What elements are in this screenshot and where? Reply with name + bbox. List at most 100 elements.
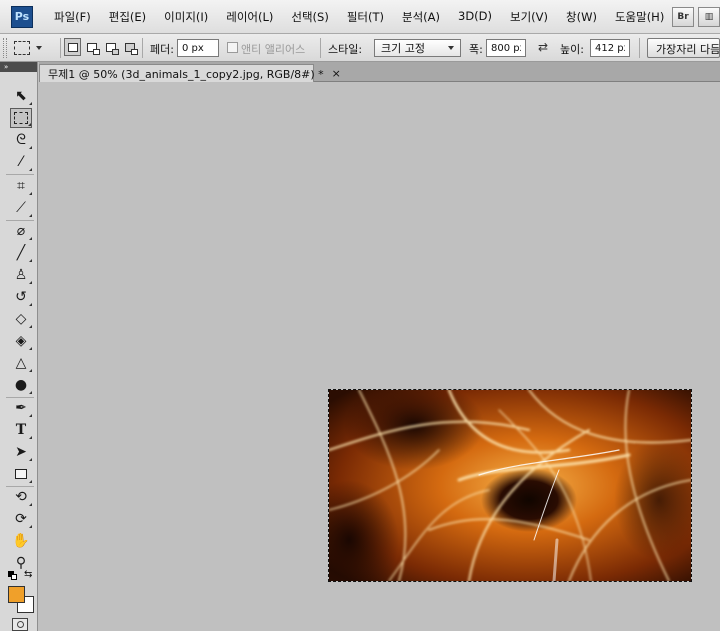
quick-mask-button[interactable]: [12, 618, 28, 631]
menu-bar: Ps 파일(F) 편집(E) 이미지(I) 레이어(L) 선택(S) 필터(T)…: [0, 0, 720, 34]
move-icon: ⬉: [15, 88, 27, 104]
document-tab-title: 무제1 @ 50% (3d_animals_1_copy2.jpg, RGB/8…: [48, 67, 324, 81]
new-selection-button[interactable]: [64, 38, 81, 56]
add-selection-button[interactable]: [83, 38, 100, 56]
3d-rotate-icon: ⟲: [15, 489, 27, 505]
menu-3d[interactable]: 3D(D): [449, 9, 501, 25]
foreground-color-swatch[interactable]: [8, 586, 25, 603]
view-extras-button[interactable]: ▥: [698, 7, 720, 27]
eraser-icon: ◇: [15, 311, 27, 327]
chevron-down-icon: [448, 46, 454, 50]
healing-brush-tool[interactable]: ⌀: [10, 221, 32, 241]
move-tool[interactable]: ⬉: [10, 86, 32, 106]
path-selection-tool[interactable]: ➤: [10, 442, 32, 462]
menu-select[interactable]: 선택(S): [282, 9, 337, 25]
antialias-checkbox[interactable]: [227, 42, 238, 53]
marquee-icon: [14, 112, 28, 124]
menu-file[interactable]: 파일(F): [45, 9, 100, 25]
menu-analysis[interactable]: 분석(A): [393, 9, 449, 25]
eyedropper-icon: ⟋: [16, 200, 26, 216]
crop-icon: ⌗: [17, 178, 25, 194]
style-label: 스타일:: [328, 43, 363, 56]
height-input[interactable]: [590, 39, 630, 57]
lasso-tool[interactable]: ᘓ: [10, 130, 32, 150]
quick-mask-icon: [16, 621, 24, 628]
close-icon[interactable]: ×: [332, 67, 341, 80]
history-brush-icon: ↺: [15, 289, 27, 305]
document-canvas[interactable]: [39, 82, 720, 631]
type-tool[interactable]: T: [10, 420, 32, 440]
document-tab-bar: 무제1 @ 50% (3d_animals_1_copy2.jpg, RGB/8…: [39, 62, 720, 82]
refine-edge-button[interactable]: 가장자리 다듬기...: [647, 38, 720, 58]
bucket-icon: ◈: [15, 333, 27, 349]
hand-icon: ✋: [12, 533, 30, 549]
new-selection-icon: [67, 42, 78, 52]
eyedropper-tool[interactable]: ⟋: [10, 198, 32, 218]
blur-tool[interactable]: △: [10, 353, 32, 373]
separator: [320, 38, 321, 58]
menu-edit[interactable]: 편집(E): [100, 9, 155, 25]
type-icon: T: [15, 422, 27, 438]
brush-icon: ╱: [16, 245, 26, 261]
tool-preset-picker[interactable]: [14, 38, 56, 58]
rectangular-marquee-tool[interactable]: [10, 108, 32, 128]
swap-colors-icon[interactable]: ⇆: [24, 569, 32, 580]
options-grip[interactable]: [3, 38, 7, 58]
subtract-selection-icon: [105, 42, 119, 55]
intersect-selection-button[interactable]: [121, 38, 138, 56]
height-label: 높이:: [560, 43, 584, 56]
width-input[interactable]: [486, 39, 526, 57]
magic-wand-icon: ⁄: [19, 154, 23, 170]
hand-tool[interactable]: ✋: [10, 531, 32, 551]
crop-tool[interactable]: ⌗: [10, 176, 32, 196]
blur-icon: △: [15, 355, 27, 371]
3d-orbit-tool[interactable]: ⟳: [10, 509, 32, 529]
default-colors-icon[interactable]: [8, 571, 17, 580]
tools-panel-collapse[interactable]: »: [0, 62, 37, 72]
dodge-tool[interactable]: ●: [10, 375, 32, 395]
separator: [60, 38, 61, 58]
paint-bucket-tool[interactable]: ◈: [10, 331, 32, 351]
intersect-selection-icon: [124, 42, 138, 55]
tools-panel: » ⬉ ᘓ ⁄ ⌗ ⟋ ⌀ ╱ ♙ ↺ ◇ ◈ △ ● ✒ T ➤ ⟲ ⟳ ✋ …: [0, 62, 38, 631]
eraser-tool[interactable]: ◇: [10, 309, 32, 329]
3d-orbit-icon: ⟳: [15, 511, 27, 527]
separator: [6, 174, 34, 175]
menu-items: 파일(F) 편집(E) 이미지(I) 레이어(L) 선택(S) 필터(T) 분석…: [45, 9, 673, 25]
menu-window[interactable]: 창(W): [557, 9, 606, 25]
menu-help[interactable]: 도움말(H): [606, 9, 673, 25]
clone-stamp-tool[interactable]: ♙: [10, 265, 32, 285]
options-bar: 페더: 앤티 앨리어스 스타일: 크기 고정 폭: ⇄ 높이: 가장자리 다듬기…: [0, 34, 720, 62]
pen-tool[interactable]: ✒: [10, 398, 32, 418]
fractal-fire-artwork: [329, 390, 691, 581]
menu-right-buttons: Br ▥: [672, 7, 720, 27]
history-brush-tool[interactable]: ↺: [10, 287, 32, 307]
style-select-value: 크기 고정: [381, 42, 425, 55]
lasso-icon: ᘓ: [16, 132, 26, 148]
shape-tool[interactable]: [10, 464, 32, 484]
width-label: 폭:: [469, 43, 483, 56]
antialias-label: 앤티 앨리어스: [241, 43, 306, 56]
menu-layer[interactable]: 레이어(L): [217, 9, 282, 25]
brush-tool[interactable]: ╱: [10, 243, 32, 263]
pen-icon: ✒: [15, 400, 27, 416]
document-image[interactable]: [329, 390, 691, 581]
arrow-icon: ➤: [15, 444, 27, 460]
3d-rotate-tool[interactable]: ⟲: [10, 487, 32, 507]
separator: [639, 38, 640, 58]
subtract-selection-button[interactable]: [102, 38, 119, 56]
menu-image[interactable]: 이미지(I): [155, 9, 217, 25]
bridge-button[interactable]: Br: [672, 7, 694, 27]
menu-filter[interactable]: 필터(T): [338, 9, 393, 25]
rectangle-icon: [15, 469, 27, 479]
document-tab[interactable]: 무제1 @ 50% (3d_animals_1_copy2.jpg, RGB/8…: [39, 64, 341, 82]
separator: [142, 38, 143, 58]
style-select[interactable]: 크기 고정: [374, 39, 461, 57]
swap-dimensions-icon[interactable]: ⇄: [538, 40, 548, 54]
magic-wand-tool[interactable]: ⁄: [10, 152, 32, 172]
stamp-icon: ♙: [14, 267, 28, 283]
feather-input[interactable]: [177, 39, 219, 57]
menu-view[interactable]: 보기(V): [501, 9, 557, 25]
feather-label: 페더:: [150, 43, 174, 56]
photoshop-logo-icon[interactable]: Ps: [11, 5, 33, 28]
